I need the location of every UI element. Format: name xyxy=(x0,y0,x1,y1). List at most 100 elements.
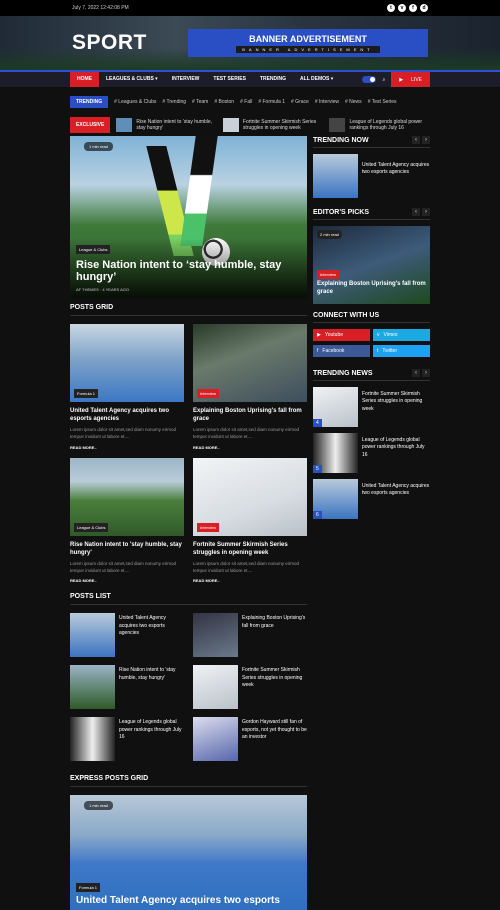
nav-leagues[interactable]: LEAGUES & CLUBS ▾ xyxy=(99,72,165,87)
list-title: Fortnite Summer Skirmish Series struggle… xyxy=(242,667,303,688)
discord-icon[interactable]: d xyxy=(420,4,428,12)
ticker-item[interactable]: Rise Nation intent to 'stay humble, stay… xyxy=(116,118,217,132)
chevron-right-icon[interactable]: › xyxy=(422,208,430,216)
read-more-link[interactable]: READ MORE.. xyxy=(70,578,184,583)
chevron-left-icon[interactable]: ‹ xyxy=(412,369,420,377)
facebook-icon: f xyxy=(317,348,319,354)
post-card[interactable]: Interview Explaining Boston Uprising's f… xyxy=(193,324,307,450)
post-title[interactable]: Explaining Boston Uprising's fall from g… xyxy=(193,407,307,423)
list-item[interactable]: Rise Nation intent to 'stay humble, stay… xyxy=(70,665,184,710)
chevron-left-icon[interactable]: ‹ xyxy=(412,208,420,216)
post-title[interactable]: Rise Nation intent to 'stay humble, stay… xyxy=(70,541,184,557)
chevron-left-icon[interactable]: ‹ xyxy=(412,136,420,144)
list-title: Gordon Hayward still fan of esports, not… xyxy=(242,719,307,740)
category-badge[interactable]: Interview xyxy=(317,270,340,279)
button-label: Youtube xyxy=(324,332,344,338)
hero-title[interactable]: Rise Nation intent to ‘stay humble, stay… xyxy=(76,259,301,283)
tag-link[interactable]: # Team xyxy=(192,99,208,105)
editors-picks-header: EDITOR'S PICKS ‹ › xyxy=(313,208,430,220)
twitter-button[interactable]: t Twitter xyxy=(373,345,430,357)
category-badge[interactable]: Formula 1 xyxy=(76,883,101,893)
site-header: SPORT BANNER ADVERTISEMENT BANNER ADVERT… xyxy=(0,16,500,70)
chevron-right-icon[interactable]: › xyxy=(422,369,430,377)
social-links: t v f d xyxy=(387,4,428,12)
post-title[interactable]: United Talent Agency acquires two esport… xyxy=(70,407,184,423)
tag-link[interactable]: # Test Series xyxy=(368,99,397,105)
tag-link[interactable]: # Interview xyxy=(315,99,339,105)
category-badge[interactable]: Interview xyxy=(197,389,220,398)
vimeo-icon[interactable]: v xyxy=(398,4,406,12)
post-card[interactable]: Interview Fortnite Summer Skirmish Serie… xyxy=(193,457,307,583)
exclusive-ticker: EXCLUSIVE Rise Nation intent to 'stay hu… xyxy=(70,116,430,134)
tag-link[interactable]: # Formula 1 xyxy=(258,99,285,105)
list-title: League of Legends global power rankings … xyxy=(119,719,182,740)
post-image: Interview xyxy=(193,457,307,536)
trending-tags-bar: TRENDING # Leagues & Clubs # Trending # … xyxy=(70,94,430,110)
widget-title: CONNECT WITH US xyxy=(313,312,380,319)
trending-news-item[interactable]: 4 Fortnite Summer Skirmish Series strugg… xyxy=(313,387,430,427)
express-post[interactable]: 1 min read Formula 1 United Talent Agenc… xyxy=(70,795,307,910)
twitter-icon[interactable]: t xyxy=(387,4,395,12)
facebook-icon[interactable]: f xyxy=(409,4,417,12)
posts-list: United Talent Agency acquires two esport… xyxy=(70,613,307,762)
banner-ad[interactable]: BANNER ADVERTISEMENT BANNER ADVERTISEMEN… xyxy=(188,29,428,57)
tag-link[interactable]: # Fall xyxy=(240,99,252,105)
list-item[interactable]: Fortnite Summer Skirmish Series struggle… xyxy=(193,665,307,710)
read-time: 1 min read xyxy=(84,801,113,811)
list-item[interactable]: League of Legends global power rankings … xyxy=(70,717,184,762)
list-item[interactable]: Gordon Hayward still fan of esports, not… xyxy=(193,717,307,762)
trending-label: TRENDING xyxy=(70,96,109,108)
post-card[interactable]: League & Clubs Rise Nation intent to 'st… xyxy=(70,457,184,583)
tag-link[interactable]: # Leagues & Clubs xyxy=(114,99,156,105)
trending-news-item[interactable]: 6 United Talent Agency acquires two espo… xyxy=(313,479,430,519)
widget-title: TRENDING NEWS xyxy=(313,369,373,377)
nav-all-demos[interactable]: ALL DEMOS ▾ xyxy=(293,72,340,87)
ticker-thumb xyxy=(329,118,346,132)
site-logo[interactable]: SPORT xyxy=(72,31,147,55)
express-title[interactable]: United Talent Agency acquires two esport… xyxy=(76,895,280,906)
nav-trending[interactable]: TRENDING xyxy=(253,72,293,87)
search-icon[interactable]: ⌕ xyxy=(382,77,385,83)
tag-link[interactable]: # Boston xyxy=(214,99,234,105)
category-badge[interactable]: League & Clubs xyxy=(74,522,109,532)
category-badge[interactable]: League & Clubs xyxy=(76,245,111,254)
item-title: Fortnite Summer Skirmish Series struggle… xyxy=(362,391,423,412)
item-thumb: 5 xyxy=(313,433,358,473)
rank-number: 6 xyxy=(313,511,322,519)
nav-test-series[interactable]: TEST SERIES xyxy=(206,72,253,87)
dark-mode-toggle[interactable] xyxy=(362,76,377,83)
ticker-item[interactable]: Fortnite Summer Skirmish Series struggle… xyxy=(222,118,324,132)
vimeo-button[interactable]: v Vimeo xyxy=(373,329,430,341)
list-thumb xyxy=(193,613,238,658)
play-icon: ▶ xyxy=(399,76,404,83)
tag-link[interactable]: # Grace xyxy=(291,99,309,105)
nav-interview[interactable]: INTERVIEW xyxy=(165,72,207,87)
ticker-item[interactable]: League of Legends global power rankings … xyxy=(329,118,430,132)
tag-link[interactable]: # News xyxy=(345,99,362,105)
hero-post[interactable]: 1 min read League & Clubs Rise Nation in… xyxy=(70,136,307,298)
posts-grid: Formula 1 United Talent Agency acquires … xyxy=(70,324,307,583)
facebook-button[interactable]: f Facebook xyxy=(313,345,370,357)
read-more-link[interactable]: READ MORE.. xyxy=(193,445,307,450)
hero-meta: AF THEMES · 4 YEARS AGO xyxy=(76,287,129,292)
post-card[interactable]: Formula 1 United Talent Agency acquires … xyxy=(70,324,184,450)
tag-link[interactable]: # Trending xyxy=(162,99,186,105)
trending-now-item[interactable]: United Talent Agency acquires two esport… xyxy=(313,154,430,198)
category-badge[interactable]: Interview xyxy=(197,522,220,532)
exclusive-label: EXCLUSIVE xyxy=(70,117,111,133)
read-more-link[interactable]: READ MORE.. xyxy=(70,445,184,450)
date-time: July 7, 2022 12:42:08 PM xyxy=(72,5,129,11)
read-more-link[interactable]: READ MORE.. xyxy=(193,578,307,583)
chevron-right-icon[interactable]: › xyxy=(422,136,430,144)
trending-news-item[interactable]: 5 League of Legends global power ranking… xyxy=(313,433,430,473)
list-item[interactable]: United Talent Agency acquires two esport… xyxy=(70,613,184,658)
post-excerpt: Lorem ipsum dolor sit amet,sed diam nonu… xyxy=(70,427,177,439)
live-button[interactable]: ▶ LIVE xyxy=(391,72,430,87)
category-badge[interactable]: Formula 1 xyxy=(74,389,99,398)
trending-news-header: TRENDING NEWS ‹ › xyxy=(313,369,430,381)
editors-pick-card[interactable]: 2 min read Interview Explaining Boston U… xyxy=(313,226,430,304)
list-item[interactable]: Explaining Boston Uprising's fall from g… xyxy=(193,613,307,658)
post-title[interactable]: Fortnite Summer Skirmish Series struggle… xyxy=(193,541,307,557)
youtube-button[interactable]: ▶ Youtube xyxy=(313,329,370,341)
nav-home[interactable]: HOME xyxy=(70,72,99,87)
